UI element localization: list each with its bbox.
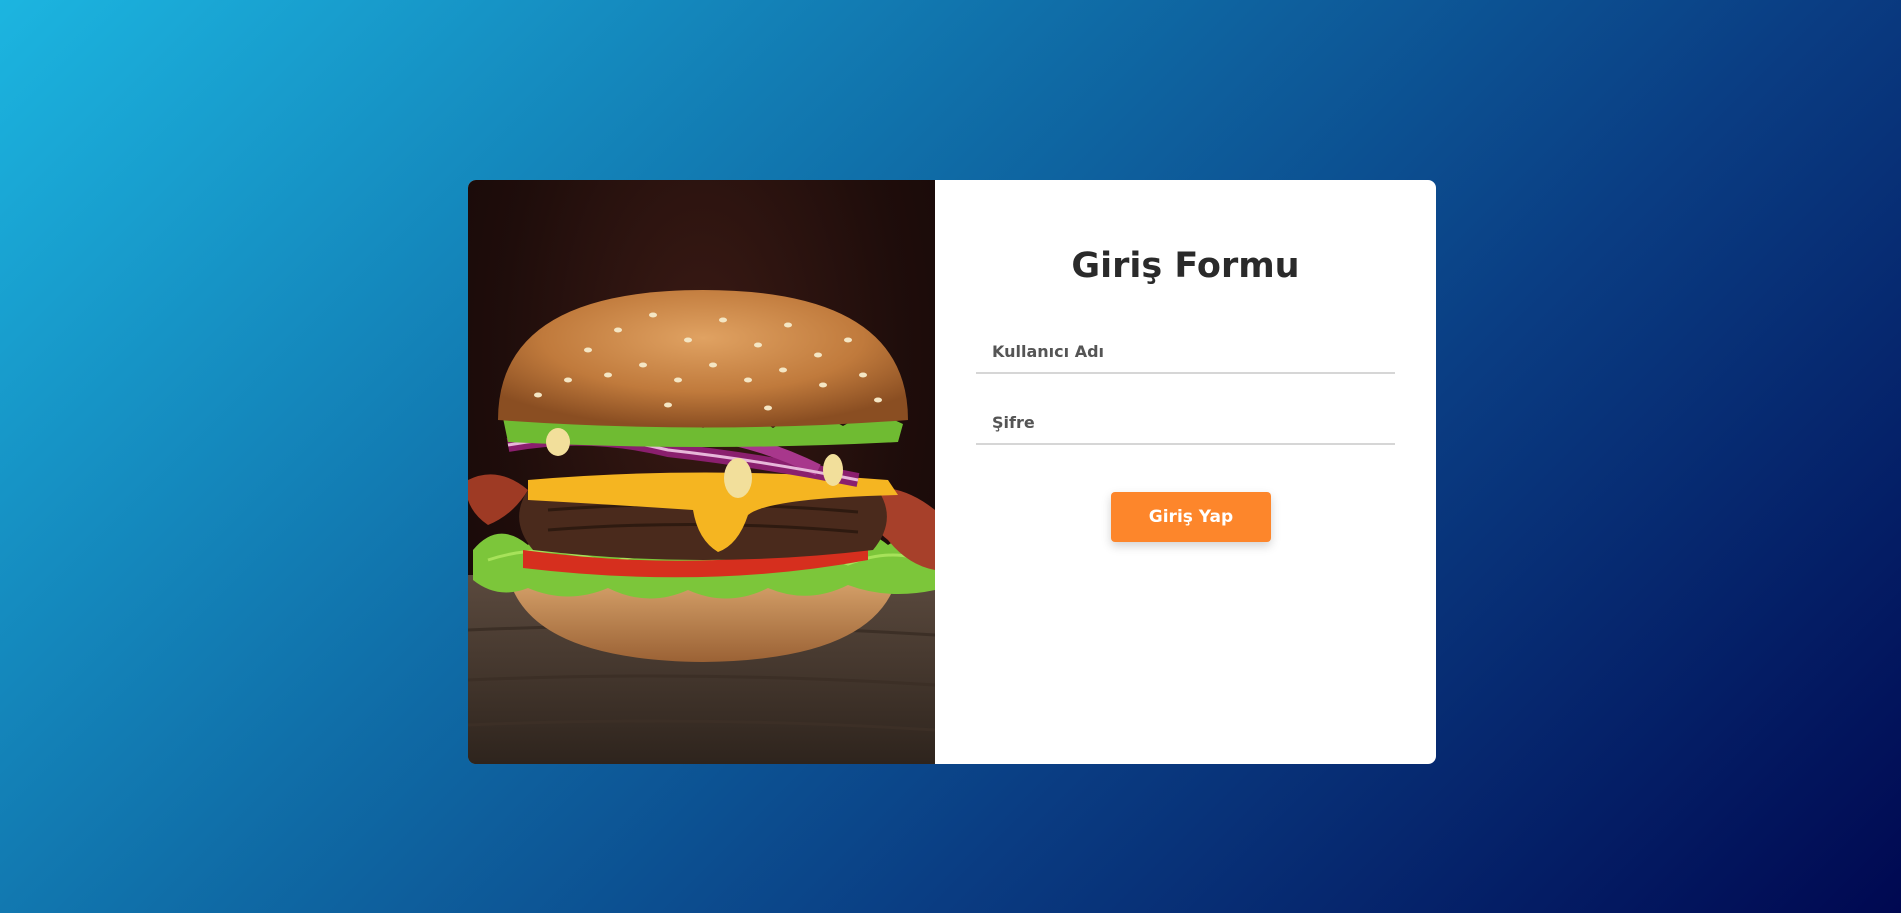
form-title: Giriş Formu (1071, 246, 1300, 286)
login-form: Giriş Formu Giriş Yap (935, 180, 1436, 764)
username-input[interactable] (976, 330, 1395, 374)
login-card: Giriş Formu Giriş Yap (468, 180, 1436, 764)
login-button[interactable]: Giriş Yap (1111, 492, 1271, 542)
burger-image (468, 180, 935, 764)
password-input[interactable] (976, 401, 1395, 445)
burger-illustration (468, 290, 935, 764)
